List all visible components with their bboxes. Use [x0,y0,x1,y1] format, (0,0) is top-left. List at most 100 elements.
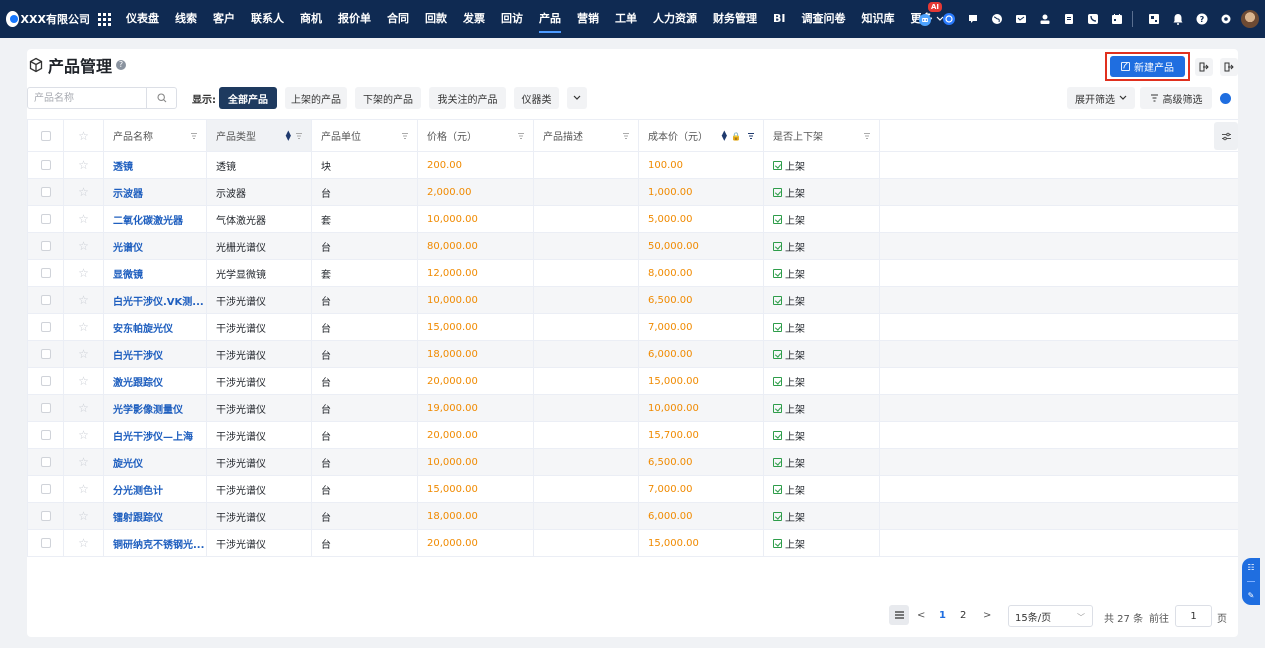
chip-all-products[interactable]: 全部产品 [219,87,277,109]
header-product-unit[interactable]: 产品单位 [312,120,418,151]
product-name-link[interactable]: 白光干涉仪—上海 [113,428,193,443]
row-checkbox[interactable] [40,214,51,224]
sort-icon[interactable]: ▲ ▼ [286,129,291,141]
row-favorite-cell[interactable]: ☆ [64,314,104,340]
table-row[interactable]: ☆ 光谱仪 光栅光谱仪台 80,000.00 50,000.00 上架 [27,233,1238,260]
header-product-type[interactable]: 产品类型 ▲ ▼ [207,120,312,151]
table-row[interactable]: ☆ 示波器 示波器台 2,000.00 1,000.00 上架 [27,179,1238,206]
user-avatar[interactable] [1241,10,1259,28]
row-checkbox[interactable] [40,376,51,386]
star-icon[interactable]: ☆ [78,428,89,442]
star-icon[interactable]: ☆ [78,266,89,280]
mail-icon[interactable] [1012,10,1030,28]
cell-product-name[interactable]: 示波器 [104,179,207,205]
row-checkbox[interactable] [40,484,51,494]
page-2-button[interactable]: 2 [960,610,966,621]
nav-item-8[interactable]: 发票 [455,0,493,38]
nav-item-2[interactable]: 客户 [205,0,243,38]
row-checkbox[interactable] [40,457,51,467]
row-checkbox-cell[interactable] [27,260,64,286]
header-product-name[interactable]: 产品名称 [104,120,207,151]
column-filter-icon[interactable] [747,132,755,140]
row-checkbox[interactable] [40,322,51,332]
nav-item-6[interactable]: 合同 [379,0,417,38]
row-favorite-cell[interactable]: ☆ [64,206,104,232]
star-icon[interactable]: ☆ [78,401,89,415]
row-checkbox-cell[interactable] [27,314,64,340]
row-checkbox-cell[interactable] [27,395,64,421]
globe-icon[interactable] [988,10,1006,28]
star-icon[interactable]: ☆ [78,239,89,253]
more-chips-dropdown[interactable] [567,87,587,109]
cell-product-name[interactable]: 镭射跟踪仪 [104,503,207,529]
table-row[interactable]: ☆ 白光干涉仪.VK测... 干涉光谱仪台 10,000.00 6,500.00 上架 [27,287,1238,314]
select-all-checkbox-cell[interactable] [27,120,64,151]
row-checkbox-cell[interactable] [27,152,64,178]
product-name-link[interactable]: 镭射跟踪仪 [113,509,163,524]
chat-icon[interactable] [940,10,958,28]
cell-product-name[interactable]: 透镜 [104,152,207,178]
row-checkbox-cell[interactable] [27,341,64,367]
product-name-link[interactable]: 白光干涉仪 [113,347,163,362]
goto-page-input[interactable]: 1 [1175,605,1212,627]
star-icon[interactable]: ☆ [78,158,89,172]
header-price[interactable]: 价格（元） [418,120,534,151]
row-checkbox-cell[interactable] [27,233,64,259]
next-page-button[interactable]: > [983,610,991,621]
user-icon[interactable] [1036,10,1054,28]
star-icon[interactable]: ☆ [78,374,89,388]
page-list-toggle[interactable] [889,605,909,625]
product-name-link[interactable]: 透镜 [113,158,133,173]
bell-icon[interactable] [1169,10,1187,28]
cell-product-name[interactable]: 光谱仪 [104,233,207,259]
row-favorite-cell[interactable]: ☆ [64,422,104,448]
column-filter-icon[interactable] [190,132,198,140]
table-row[interactable]: ☆ 光学影像测量仪 干涉光谱仪台 19,000.00 10,000.00 上架 [27,395,1238,422]
row-checkbox-cell[interactable] [27,422,64,448]
row-checkbox[interactable] [40,187,51,197]
row-favorite-cell[interactable]: ☆ [64,287,104,313]
cell-product-name[interactable]: 显微镜 [104,260,207,286]
product-name-link[interactable]: 白光干涉仪.VK测... [113,293,204,308]
brand[interactable]: XXX有限公司 [0,11,90,27]
column-filter-icon[interactable] [863,132,871,140]
document-icon[interactable] [1060,10,1078,28]
row-checkbox[interactable] [40,295,51,305]
expand-filter-button[interactable]: 展开筛选 [1067,87,1135,109]
star-icon[interactable]: ☆ [78,482,89,496]
column-filter-icon[interactable] [295,132,303,140]
help-icon[interactable]: ? [1193,10,1211,28]
table-row[interactable]: ☆ 显微镜 光学显微镜套 12,000.00 8,000.00 上架 [27,260,1238,287]
table-row[interactable]: ☆ 二氧化碳激光器 气体激光器套 10,000.00 5,000.00 上架 [27,206,1238,233]
row-checkbox-cell[interactable] [27,530,64,556]
robot-icon[interactable] [916,10,934,28]
row-favorite-cell[interactable]: ☆ [64,152,104,178]
cell-product-name[interactable]: 安东帕旋光仪 [104,314,207,340]
product-name-link[interactable]: 铜研纳克不锈钢光... [113,536,204,551]
report-icon[interactable] [1145,10,1163,28]
product-name-link[interactable]: 分光测色计 [113,482,163,497]
nav-item-0[interactable]: 仪表盘 [118,0,167,38]
row-favorite-cell[interactable]: ☆ [64,476,104,502]
column-filter-icon[interactable] [517,132,525,140]
import-button[interactable] [1195,58,1213,76]
row-favorite-cell[interactable]: ☆ [64,341,104,367]
table-row[interactable]: ☆ 分光测色计 干涉光谱仪台 15,000.00 7,000.00 上架 [27,476,1238,503]
phone-icon[interactable] [1084,10,1102,28]
row-checkbox[interactable] [40,349,51,359]
feedback-icon[interactable]: ✎ [1248,591,1255,600]
row-favorite-cell[interactable]: ☆ [64,179,104,205]
nav-item-5[interactable]: 报价单 [330,0,379,38]
cell-product-name[interactable]: 激光跟踪仪 [104,368,207,394]
table-row[interactable]: ☆ 激光跟踪仪 干涉光谱仪台 20,000.00 15,000.00 上架 [27,368,1238,395]
chip-on-shelf[interactable]: 上架的产品 [285,87,347,109]
product-name-link[interactable]: 二氧化碳激光器 [113,212,183,227]
row-checkbox[interactable] [40,511,51,521]
table-row[interactable]: ☆ 安东帕旋光仪 干涉光谱仪台 15,000.00 7,000.00 上架 [27,314,1238,341]
gear-icon[interactable] [1217,10,1235,28]
product-name-link[interactable]: 安东帕旋光仪 [113,320,173,335]
chip-instruments[interactable]: 仪器类 [514,87,559,109]
star-icon[interactable]: ☆ [78,212,89,226]
search-button[interactable] [146,88,176,108]
row-favorite-cell[interactable]: ☆ [64,530,104,556]
